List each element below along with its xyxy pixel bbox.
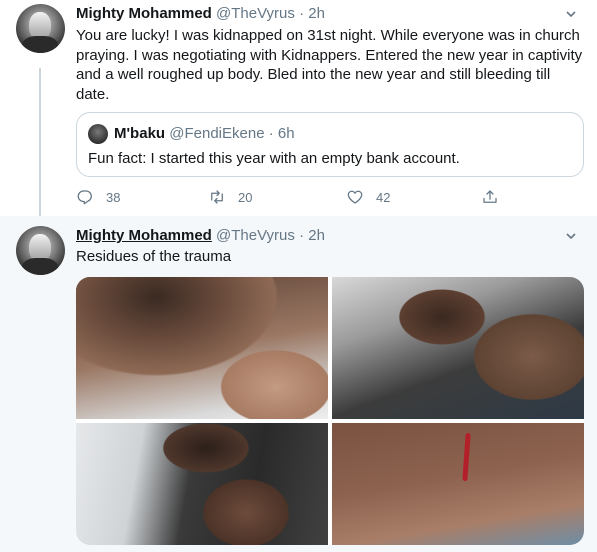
timestamp[interactable]: 2h	[308, 5, 325, 22]
avatar-body	[22, 36, 58, 53]
share-icon	[483, 190, 497, 203]
tweet[interactable]: Mighty Mohammed @TheVyrus · 2h You are l…	[0, 0, 597, 218]
user-handle[interactable]: @TheVyrus	[216, 5, 295, 22]
reply-count: 38	[106, 189, 121, 205]
display-name[interactable]: Mighty Mohammed	[76, 5, 212, 22]
reply-icon	[77, 190, 92, 205]
quoted-user-handle[interactable]: @FendiEkene	[169, 125, 264, 142]
separator-dot: ·	[299, 227, 305, 244]
photo-4[interactable]	[332, 423, 584, 545]
retweet-icon	[211, 190, 223, 204]
quoted-tweet-text: Fun fact: I started this year with an em…	[88, 150, 460, 167]
tweet-text: Residues of the trauma	[76, 248, 232, 265]
display-name[interactable]: Mighty Mohammed	[76, 227, 212, 244]
avatar[interactable]	[16, 226, 65, 275]
user-handle[interactable]: @TheVyrus	[216, 227, 295, 244]
wound-mark	[462, 432, 471, 482]
avatar[interactable]	[16, 4, 65, 53]
quoted-tweet[interactable]: M'baku @FendiEkene · 6h Fun fact: I star…	[76, 112, 584, 177]
heart-icon	[347, 190, 363, 204]
chevron-down-icon[interactable]	[565, 8, 577, 20]
tweet-actions: 38 20 42	[76, 186, 516, 208]
photo-3[interactable]	[76, 423, 328, 545]
avatar-body	[22, 258, 58, 275]
share-button[interactable]	[481, 186, 499, 208]
like-count: 42	[376, 189, 391, 205]
quoted-display-name[interactable]: M'baku	[114, 125, 165, 142]
separator-dot: ·	[299, 5, 305, 22]
photo-1[interactable]	[76, 277, 328, 419]
chevron-down-icon[interactable]	[565, 230, 577, 242]
reply-button[interactable]: 38	[76, 186, 120, 208]
tweet-header: Mighty Mohammed @TheVyrus · 2h	[76, 4, 325, 24]
timestamp[interactable]: 2h	[308, 227, 325, 244]
quoted-avatar[interactable]	[88, 124, 108, 144]
separator-dot: ·	[268, 125, 274, 142]
retweet-button[interactable]: 20	[208, 186, 252, 208]
photo-grid	[76, 277, 584, 545]
quoted-timestamp[interactable]: 6h	[278, 125, 295, 142]
like-button[interactable]: 42	[346, 186, 390, 208]
tweet-header: Mighty Mohammed @TheVyrus · 2h	[76, 226, 325, 246]
tweet-text: You are lucky! I was kidnapped on 31st n…	[76, 27, 583, 103]
photo-2[interactable]	[332, 277, 584, 419]
retweet-count: 20	[238, 189, 253, 205]
thread-connector-line	[39, 68, 41, 218]
quoted-header: M'baku @FendiEkene · 6h	[114, 124, 295, 144]
